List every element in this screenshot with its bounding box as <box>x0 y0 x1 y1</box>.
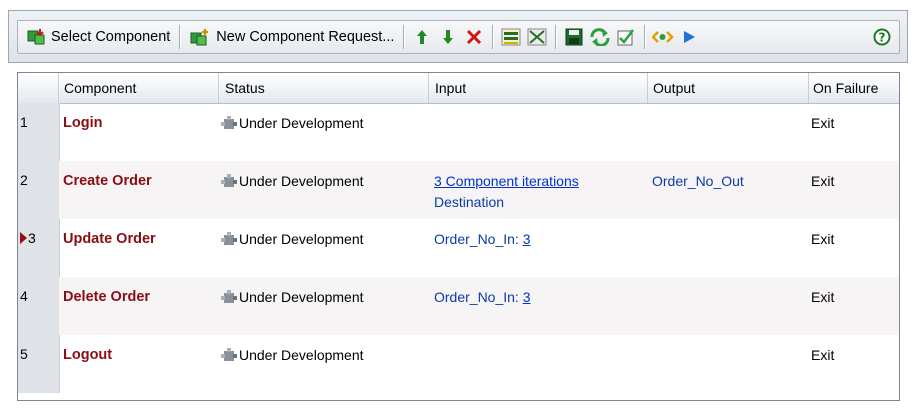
data-button[interactable] <box>650 23 676 51</box>
svg-text:?: ? <box>879 31 886 45</box>
component-name[interactable]: Create Order <box>63 171 152 192</box>
select-component-label: Select Component <box>51 29 171 45</box>
row-number[interactable]: 5 <box>20 343 28 364</box>
save-button[interactable] <box>561 23 587 51</box>
run-icon <box>684 31 696 43</box>
input-destination: Destination <box>434 194 505 210</box>
help-button[interactable]: ? <box>869 23 895 51</box>
table-row[interactable]: Delete Order Under Development Order_No_… <box>59 277 899 335</box>
validate-button[interactable] <box>613 23 639 51</box>
column-header-component[interactable]: Component <box>59 73 219 103</box>
row-number-label: 3 <box>28 229 36 246</box>
status-text: Under Development <box>239 173 364 189</box>
validate-icon <box>617 29 635 46</box>
component-name[interactable]: Update Order <box>63 229 156 250</box>
grid-header: Component Status Input Output On Failure <box>18 73 899 104</box>
select-component-icon <box>26 28 46 46</box>
row-number[interactable]: 1 <box>20 111 28 132</box>
row-number-label: 2 <box>20 171 28 188</box>
table-row[interactable]: Update Order Under Development Order_No_… <box>59 219 899 277</box>
refresh-icon <box>590 28 610 46</box>
toolbar-inner: Select Component New Component Request..… <box>17 20 900 54</box>
status-text: Under Development <box>239 231 364 247</box>
component-name[interactable]: Delete Order <box>63 287 150 308</box>
component-status-icon <box>221 115 237 132</box>
component-iterations-link[interactable]: 3 Component iterations <box>434 171 579 192</box>
move-up-icon <box>417 30 428 44</box>
row-number-label: 4 <box>20 287 28 304</box>
select-component-button[interactable]: Select Component <box>22 23 174 51</box>
table-row[interactable]: Logout Under Development Exit <box>59 335 899 393</box>
toolbar-separator <box>644 25 646 49</box>
input-cell: Order_No_In: 3 <box>434 287 531 308</box>
input-cell: Order_No_In: 3 <box>434 229 531 250</box>
row-number-label: 5 <box>20 345 28 362</box>
components-grid: Component Status Input Output On Failure… <box>17 72 900 401</box>
toolbar-separator <box>492 25 494 49</box>
new-component-request-button[interactable]: New Component Request... <box>185 23 398 51</box>
component-name[interactable]: Login <box>63 113 102 134</box>
refresh-button[interactable] <box>587 23 613 51</box>
move-up-button[interactable] <box>409 23 435 51</box>
move-down-icon <box>443 30 454 44</box>
status-cell: Under Development <box>221 171 364 192</box>
delete-icon <box>467 29 482 45</box>
on-failure-value[interactable]: Exit <box>811 345 834 366</box>
input-parameter-name: Order_No_In: <box>434 231 523 247</box>
collapse-all-button[interactable] <box>524 23 550 51</box>
input-cell: 3 Component iterations Destination <box>434 171 579 213</box>
toolbar-separator <box>555 25 557 49</box>
input-parameter-name: Order_No_In: <box>434 289 523 305</box>
status-text: Under Development <box>239 115 364 131</box>
on-failure-value[interactable]: Exit <box>811 287 834 308</box>
collapse-all-icon <box>527 28 547 46</box>
current-row-arrow-icon <box>20 231 27 244</box>
status-cell: Under Development <box>221 345 364 366</box>
component-status-icon <box>221 347 237 364</box>
on-failure-value[interactable]: Exit <box>811 171 834 192</box>
row-number[interactable]: 2 <box>20 169 28 190</box>
status-text: Under Development <box>239 347 364 363</box>
expand-all-button[interactable] <box>498 23 524 51</box>
run-button[interactable] <box>676 23 702 51</box>
status-cell: Under Development <box>221 113 364 134</box>
column-header-input[interactable]: Input <box>429 73 648 103</box>
header-row-number <box>18 73 59 103</box>
output-value[interactable]: Order_No_Out <box>652 171 744 192</box>
status-cell: Under Development <box>221 229 364 250</box>
component-status-icon <box>221 231 237 248</box>
move-down-button[interactable] <box>435 23 461 51</box>
column-header-status[interactable]: Status <box>219 73 429 103</box>
toolbar-separator <box>179 25 181 49</box>
save-icon <box>565 28 583 46</box>
help-icon: ? <box>873 28 891 46</box>
table-row[interactable]: Login Under Development Exit <box>59 103 899 161</box>
input-parameter-value[interactable]: 3 <box>523 231 531 247</box>
table-row[interactable]: Create Order Under Development 3 Compone… <box>59 161 899 219</box>
column-header-on-failure[interactable]: On Failure <box>809 73 899 103</box>
status-cell: Under Development <box>221 287 364 308</box>
component-name[interactable]: Logout <box>63 345 112 366</box>
toolbar: Select Component New Component Request..… <box>8 10 908 63</box>
expand-all-icon <box>501 28 521 46</box>
column-header-output[interactable]: Output <box>648 73 809 103</box>
new-component-request-label: New Component Request... <box>216 29 395 45</box>
new-component-request-icon <box>189 28 211 46</box>
component-status-icon <box>221 289 237 306</box>
toolbar-separator <box>403 25 405 49</box>
delete-button[interactable] <box>461 23 487 51</box>
row-number[interactable]: 4 <box>20 285 28 306</box>
status-text: Under Development <box>239 289 364 305</box>
component-status-icon <box>221 173 237 190</box>
on-failure-value[interactable]: Exit <box>811 229 834 250</box>
data-icon <box>652 31 675 43</box>
row-number[interactable]: 3 <box>20 227 36 248</box>
input-parameter-value[interactable]: 3 <box>523 289 531 305</box>
on-failure-value[interactable]: Exit <box>811 113 834 134</box>
row-number-label: 1 <box>20 113 28 130</box>
